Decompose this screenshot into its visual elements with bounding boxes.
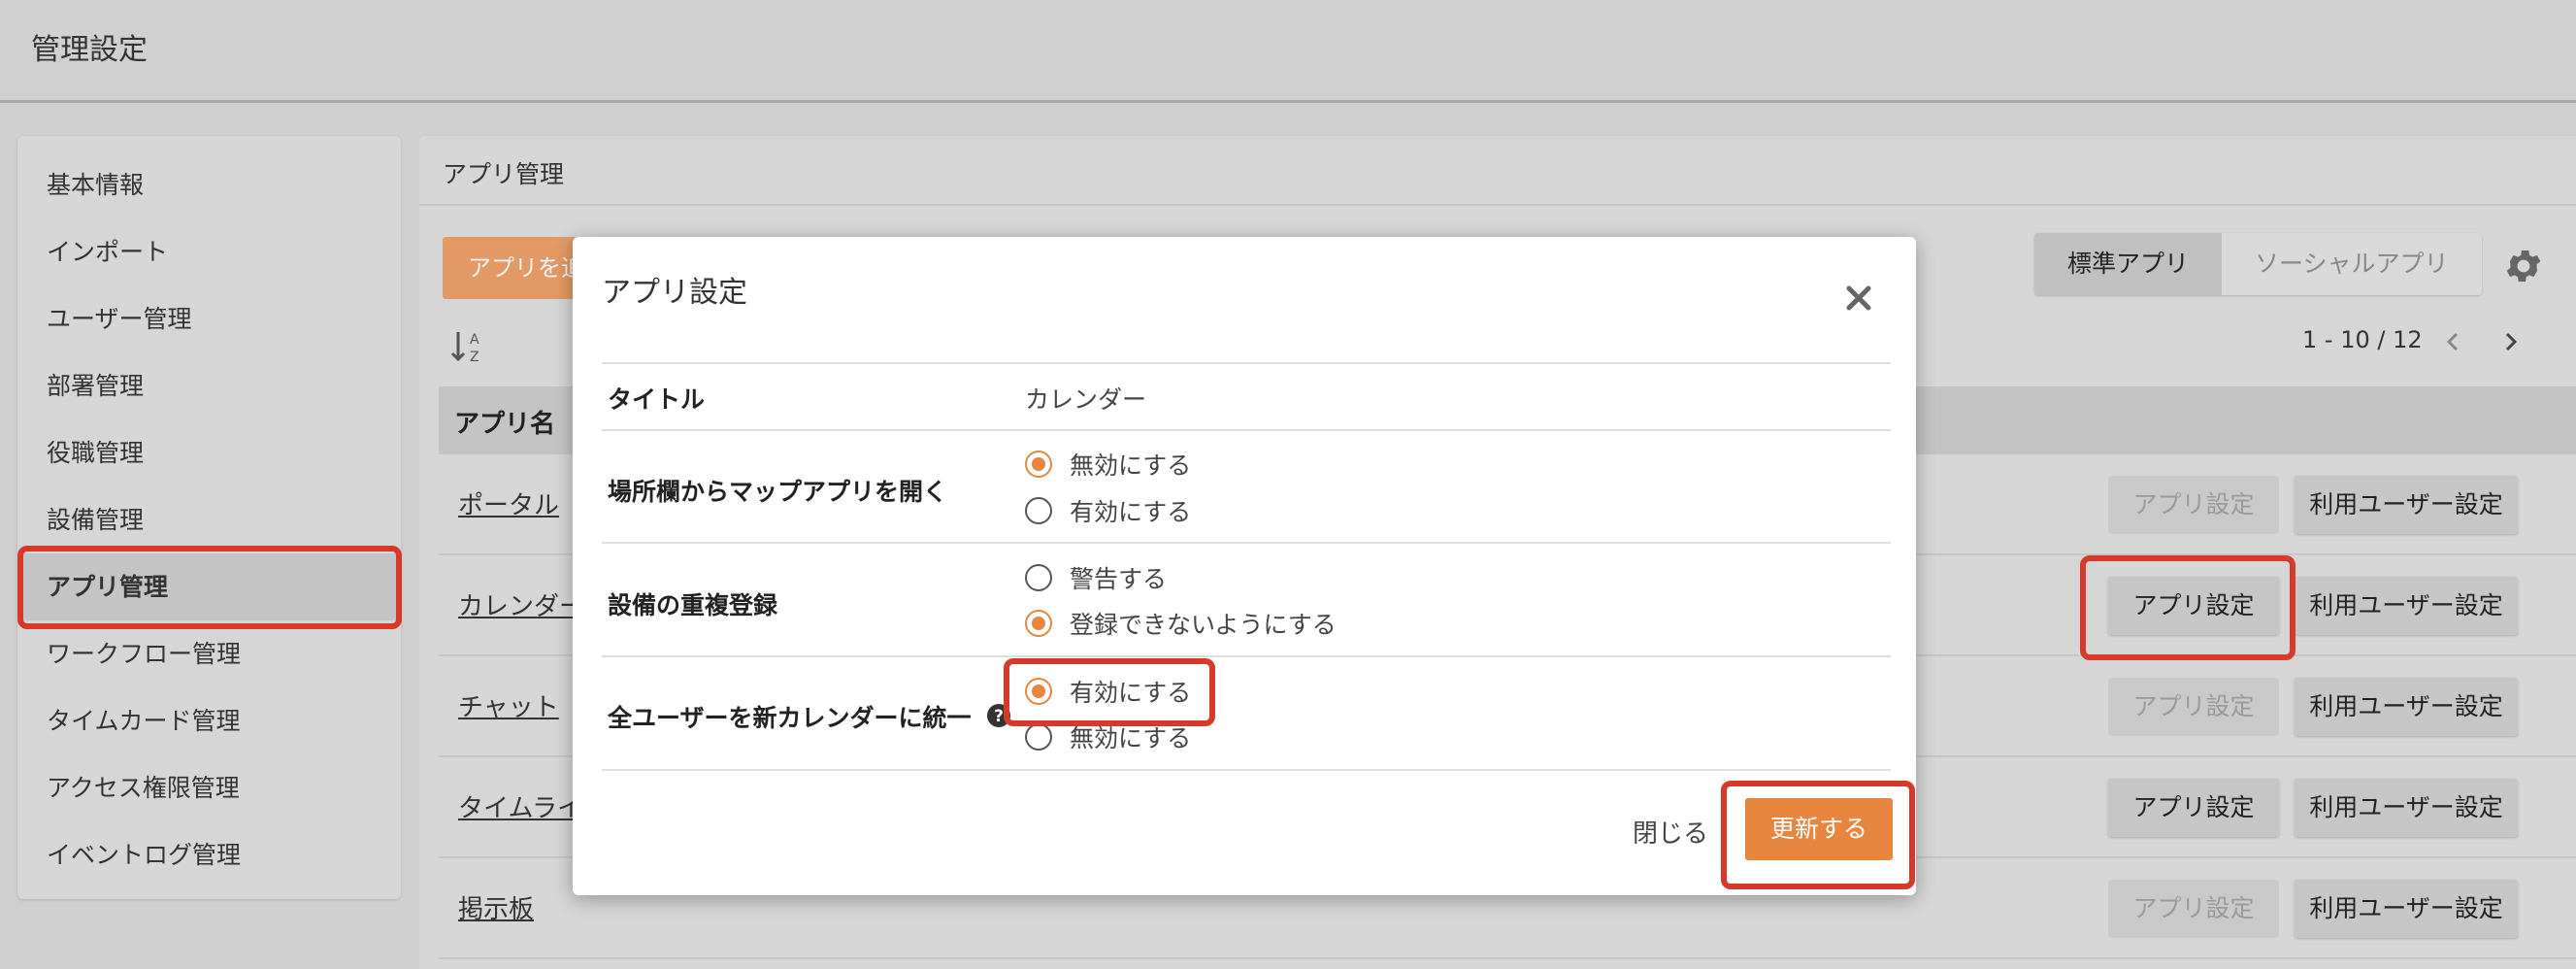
radio-selected-icon [1025,610,1052,637]
page-title: 管理設定 [31,33,148,67]
section-title: アプリ管理 [443,160,565,188]
radio-label: 有効にする [1070,679,1192,707]
sidebar-item-workflow[interactable]: ワークフロー管理 [17,620,401,687]
user-settings-button[interactable]: 利用ユーザー設定 [2295,678,2518,736]
sidebar-item-eventlog[interactable]: イベントログ管理 [17,821,401,888]
divider [602,655,1891,657]
tab-social-apps[interactable]: ソーシャルアプリ [2222,233,2482,295]
gear-icon[interactable] [2502,245,2545,287]
radio-map-disable[interactable]: 無効にする [1025,445,1191,484]
pagination-info: 1 - 10 / 12 [2302,326,2423,353]
divider [602,362,1891,364]
update-button[interactable]: 更新する [1745,798,1893,860]
title-label: タイトル [608,385,706,414]
modal-title: アプリ設定 [602,276,747,310]
sidebar-item-apps[interactable]: アプリ管理 [17,553,401,620]
sidebar-item-access[interactable]: アクセス権限管理 [17,754,401,821]
radio-map-enable[interactable]: 有効にする [1025,491,1191,530]
facility-dup-label: 設備の重複登録 [608,591,778,619]
radio-unselected-icon [1025,497,1052,524]
chevron-right-icon[interactable] [2496,326,2526,357]
divider [602,429,1891,431]
radio-label: 無効にする [1070,724,1192,752]
app-settings-button[interactable]: アプリ設定 [2108,577,2279,635]
app-settings-button: アプリ設定 [2108,678,2279,736]
app-settings-button: アプリ設定 [2108,880,2279,938]
radio-unify-enable[interactable]: 有効にする [1025,672,1191,711]
radio-label: 有効にする [1070,498,1192,526]
chevron-left-icon[interactable] [2438,326,2467,357]
divider [419,204,2576,206]
column-app-name: アプリ名 [454,410,556,439]
sidebar-item-users[interactable]: ユーザー管理 [17,285,401,352]
app-name-link[interactable]: チャット [458,687,559,723]
divider [602,542,1891,544]
divider [602,769,1891,771]
close-button[interactable]: 閉じる [1633,814,1708,850]
sidebar-item-facilities[interactable]: 設備管理 [17,486,401,553]
svg-text:?: ? [994,707,1004,726]
help-icon[interactable]: ? [986,703,1011,728]
radio-label: 無効にする [1070,451,1192,480]
radio-unselected-icon [1025,564,1052,591]
unify-calendar-label: 全ユーザーを新カレンダーに統一 [608,704,972,732]
user-settings-button[interactable]: 利用ユーザー設定 [2295,779,2518,837]
user-settings-button[interactable]: 利用ユーザー設定 [2295,577,2518,635]
app-name-link[interactable]: 掲示板 [458,889,534,925]
radio-unselected-icon [1025,723,1052,751]
sidebar: 基本情報 インポート ユーザー管理 部署管理 役職管理 設備管理 アプリ管理 ワ… [17,136,401,899]
svg-text:A: A [470,332,479,348]
tab-standard-apps[interactable]: 標準アプリ [2034,233,2223,295]
app-settings-modal: アプリ設定 タイトル カレンダー 場所欄からマップアプリを開く 無効にする 有効… [573,237,1916,895]
map-app-label: 場所欄からマップアプリを開く [608,478,948,506]
app-settings-button[interactable]: アプリ設定 [2108,779,2279,837]
app-settings-button: アプリ設定 [2108,476,2279,534]
radio-label: 登録できないようにする [1070,611,1337,639]
radio-unify-disable[interactable]: 無効にする [1025,718,1191,756]
radio-selected-icon [1025,451,1052,478]
radio-label: 警告する [1070,565,1168,593]
radio-dup-block[interactable]: 登録できないようにする [1025,604,1337,643]
top-bar: 管理設定 [0,0,2576,103]
sidebar-item-positions[interactable]: 役職管理 [17,419,401,486]
user-settings-button[interactable]: 利用ユーザー設定 [2295,880,2518,938]
title-value: カレンダー [1025,385,1147,414]
user-settings-button[interactable]: 利用ユーザー設定 [2295,476,2518,534]
app-name-link[interactable]: ポータル [458,485,559,521]
radio-selected-icon [1025,678,1052,705]
sort-az-icon[interactable]: A Z [450,326,487,365]
close-icon[interactable] [1844,284,1873,313]
radio-dup-warn[interactable]: 警告する [1025,558,1167,597]
app-type-toggle: 標準アプリ ソーシャルアプリ [2034,233,2482,295]
sidebar-item-departments[interactable]: 部署管理 [17,352,401,419]
svg-text:Z: Z [470,350,479,365]
sidebar-item-import[interactable]: インポート [17,218,401,285]
app-name-link[interactable]: カレンダー [458,586,584,622]
sidebar-item-basic-info[interactable]: 基本情報 [17,151,401,218]
sidebar-item-timecard[interactable]: タイムカード管理 [17,687,401,754]
